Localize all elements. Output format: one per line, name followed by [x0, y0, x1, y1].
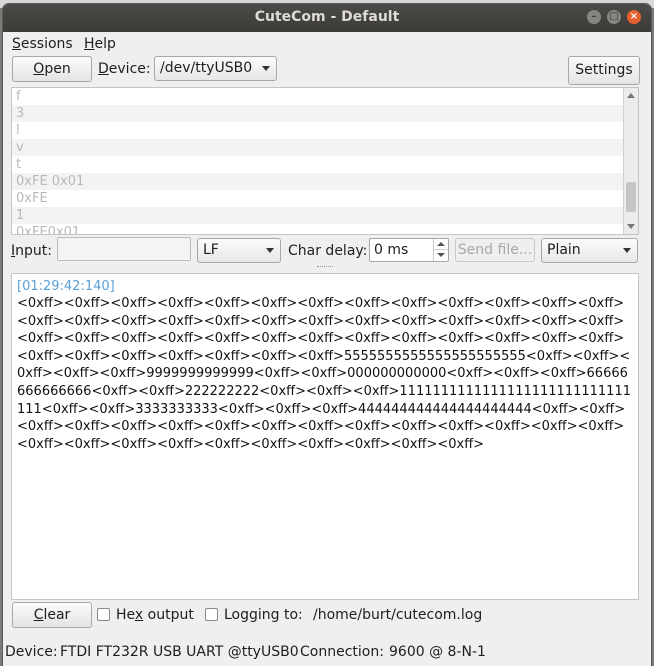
status-connection-label: Connection:	[300, 644, 384, 660]
status-device-value: FTDI FT232R USB UART @ttyUSB0	[60, 644, 299, 660]
log-path[interactable]: /home/burt/cutecom.log	[313, 607, 482, 623]
chevron-down-icon	[623, 248, 631, 253]
device-combobox[interactable]: /dev/ttyUSB0	[154, 56, 277, 81]
history-item[interactable]: f	[12, 88, 638, 105]
scroll-down-arrow-icon[interactable]	[627, 224, 635, 229]
mode-combobox[interactable]: Plain	[541, 238, 638, 263]
char-delay-label: Char delay:	[288, 243, 368, 259]
device-value: /dev/ttyUSB0	[160, 60, 253, 76]
clear-button-mnemonic: C	[33, 607, 44, 623]
close-button[interactable]: ×	[627, 10, 641, 24]
open-button[interactable]: Open	[12, 56, 92, 82]
char-delay-spinbox[interactable]: 0 ms	[369, 238, 449, 262]
status-bar: Device: FTDI FT232R USB UART @ttyUSB0 Co…	[3, 638, 651, 664]
maximize-button[interactable]: □	[607, 10, 621, 24]
history-item[interactable]: 0xFE	[12, 190, 638, 207]
scroll-up-arrow-icon[interactable]	[627, 93, 635, 98]
chevron-down-icon	[262, 66, 270, 71]
output-text: <0xff><0xff><0xff><0xff><0xff><0xff><0xf…	[17, 296, 631, 452]
input-label: Input:	[11, 243, 52, 259]
title-bar: CuteCom - Default – □ ×	[3, 4, 651, 32]
hex-output-label[interactable]: Hex output	[116, 607, 194, 623]
minimize-button[interactable]: –	[587, 10, 601, 24]
hex-output-label-start: He	[116, 607, 135, 623]
output-area[interactable]: [01:29:42:140] <0xff><0xff><0xff><0xff><…	[11, 273, 639, 600]
send-file-button[interactable]: Send file...	[455, 238, 535, 262]
history-item[interactable]: 0xFE 0x01	[12, 173, 638, 190]
menu-sessions-label: essions	[20, 36, 73, 52]
history-item[interactable]: v	[12, 139, 638, 156]
open-button-label: pen	[44, 61, 71, 77]
history-rows: f 3 l v t 0xFE 0x01 0xFE 1 0xFE0x01	[12, 88, 638, 234]
output-timestamp: [01:29:42:140]	[17, 279, 115, 294]
mode-value: Plain	[547, 242, 581, 258]
history-item[interactable]: l	[12, 122, 638, 139]
clear-button-label: lear	[43, 607, 71, 623]
settings-button[interactable]: Settings	[568, 56, 640, 85]
open-button-mnemonic: O	[33, 61, 45, 77]
clear-button[interactable]: Clear	[12, 602, 92, 628]
line-ending-value: LF	[203, 242, 219, 258]
menu-help-mnemonic: H	[84, 36, 95, 52]
history-scrollbar[interactable]	[623, 88, 638, 234]
menu-help-label: elp	[94, 36, 116, 52]
line-ending-combobox[interactable]: LF	[197, 238, 281, 263]
status-device-label: Device:	[5, 644, 58, 660]
device-label-text: evice:	[108, 61, 151, 77]
window-title: CuteCom - Default	[254, 9, 400, 25]
history-item[interactable]: t	[12, 156, 638, 173]
logging-label[interactable]: Logging to:	[224, 607, 303, 623]
menu-sessions-mnemonic: S	[12, 36, 21, 52]
scrollbar-thumb[interactable]	[626, 182, 636, 212]
cutecom-window: CuteCom - Default – □ × Sessions Help Op…	[3, 4, 651, 666]
device-label-mnemonic: D	[98, 61, 109, 77]
hex-output-checkbox[interactable]	[97, 608, 110, 621]
history-list[interactable]: f 3 l v t 0xFE 0x01 0xFE 1 0xFE0x01	[11, 87, 639, 235]
device-label: Device:	[98, 61, 151, 77]
input-field[interactable]	[57, 237, 191, 261]
logging-checkbox[interactable]	[205, 608, 218, 621]
menu-bar: Sessions Help	[3, 32, 651, 54]
menu-sessions[interactable]: Sessions	[12, 36, 73, 52]
history-item[interactable]: 1	[12, 207, 638, 224]
chevron-down-icon	[266, 248, 274, 253]
input-label-text: nput:	[15, 243, 52, 259]
hex-output-label-end: output	[143, 607, 194, 623]
history-item[interactable]: 3	[12, 105, 638, 122]
history-item[interactable]: 0xFE0x01	[12, 224, 638, 234]
spin-down-icon[interactable]	[433, 249, 448, 261]
menu-help[interactable]: Help	[84, 36, 116, 52]
hex-output-mnemonic: x	[134, 607, 144, 623]
status-connection-value: 9600 @ 8-N-1	[389, 644, 486, 660]
splitter-handle[interactable]	[317, 266, 333, 269]
char-delay-value: 0 ms	[374, 242, 409, 258]
